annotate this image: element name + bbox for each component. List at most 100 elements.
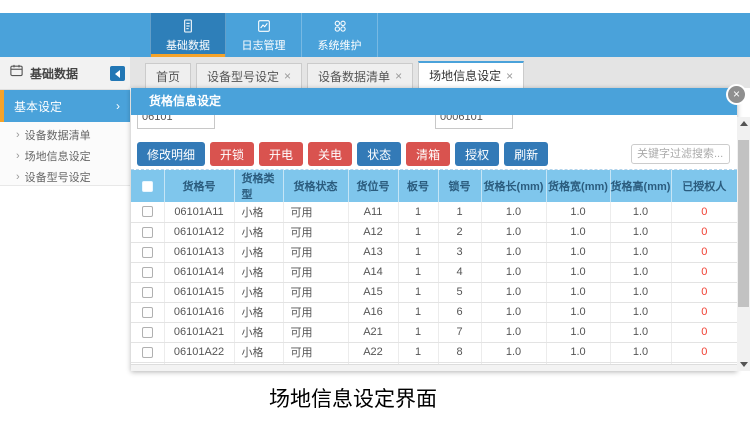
table-cell: 1.0 [546, 242, 610, 262]
toolbar-button-8[interactable]: 刷新 [504, 142, 548, 166]
table-cell: 1.0 [610, 282, 671, 302]
table-cell: 1.0 [481, 322, 546, 342]
table-cell: 1 [398, 242, 438, 262]
table-cell: 06101A11 [164, 202, 234, 222]
toolbar-button-4[interactable]: 关电 [308, 142, 352, 166]
device-no-input[interactable] [137, 115, 215, 129]
close-tab-icon[interactable]: × [395, 69, 402, 83]
tab-label: 首页 [156, 68, 180, 85]
table-cell: 0 [671, 222, 737, 242]
table-row: 06101A12小格可用A12121.01.01.00 [131, 222, 737, 242]
table-row: 06101A15小格可用A15151.01.01.00 [131, 282, 737, 302]
table-cell: A15 [348, 282, 398, 302]
toolbar-button-3[interactable]: 开电 [259, 142, 303, 166]
table-cell: 0 [671, 342, 737, 362]
tab-4[interactable]: 场地信息设定× [418, 61, 524, 88]
table-cell: 1.0 [546, 262, 610, 282]
row-checkbox[interactable] [142, 347, 153, 358]
sidebar-item-3[interactable]: ›设备型号设定 [0, 166, 130, 187]
toolbar-button-6[interactable]: 清箱 [406, 142, 450, 166]
nav-item-label: 日志管理 [242, 37, 286, 53]
table-cell: 8 [438, 342, 481, 362]
table-cell: 1 [398, 262, 438, 282]
table-cell: A16 [348, 302, 398, 322]
tab-3[interactable]: 设备数据清单× [307, 63, 413, 88]
table-cell: 1.0 [546, 302, 610, 322]
site-no-input[interactable] [435, 115, 513, 129]
chevron-right-icon: › [16, 171, 20, 183]
table-cell: 可用 [283, 222, 348, 242]
panel-header: 货格信息设定 [131, 88, 737, 115]
table-cell: 1.0 [610, 222, 671, 242]
table-cell: 7 [438, 322, 481, 342]
column-header: 板号 [398, 170, 438, 202]
table-cell: 1.0 [546, 342, 610, 362]
scroll-down-icon[interactable] [737, 358, 750, 371]
column-header: 货格号 [164, 170, 234, 202]
tab-bar: 首页设备型号设定×设备数据清单×场地信息设定× [130, 57, 750, 88]
scroll-up-icon[interactable] [737, 117, 750, 130]
calendar-icon [9, 63, 24, 83]
table-cell: 1 [398, 202, 438, 222]
close-icon[interactable]: × [726, 84, 747, 105]
table-cell: 06101A12 [164, 222, 234, 242]
table-cell: 6 [438, 302, 481, 322]
close-tab-icon[interactable]: × [506, 69, 513, 83]
toolbar: 修改明细开锁开电关电状态清箱授权刷新 [131, 142, 737, 166]
nav-item-3[interactable]: 系统维护 [302, 13, 378, 57]
select-all-checkbox[interactable] [142, 181, 153, 192]
table-cell: 1.0 [610, 202, 671, 222]
scrollbar-thumb[interactable] [738, 140, 749, 307]
collapse-sidebar-icon[interactable] [110, 66, 125, 81]
table-cell: 1.0 [546, 282, 610, 302]
sidebar-section-basic-settings[interactable]: 基本设定 › [0, 90, 130, 122]
table-row: 06101A14小格可用A14141.01.01.00 [131, 262, 737, 282]
row-checkbox[interactable] [142, 267, 153, 278]
panel-title: 货格信息设定 [131, 88, 737, 115]
row-checkbox[interactable] [142, 206, 153, 217]
horizontal-scrollbar[interactable] [131, 364, 737, 371]
nav-items: 基础数据日志管理 系统维护 [150, 13, 750, 57]
table-cell: 可用 [283, 342, 348, 362]
tab-1[interactable]: 首页 [145, 63, 191, 88]
toolbar-button-5[interactable]: 状态 [357, 142, 401, 166]
table-cell: 1.0 [610, 342, 671, 362]
tab-2[interactable]: 设备型号设定× [196, 63, 302, 88]
panel-input-row [131, 115, 737, 130]
keyword-filter-search-input[interactable] [631, 144, 730, 164]
toolbar-button-7[interactable]: 授权 [455, 142, 499, 166]
nav-item-2[interactable]: 日志管理 [226, 13, 302, 57]
table-cell: 1.0 [610, 322, 671, 342]
table-cell: A14 [348, 262, 398, 282]
table-row: 06101A22小格可用A22181.01.01.00 [131, 342, 737, 362]
row-checkbox[interactable] [142, 247, 153, 258]
table-cell: 可用 [283, 262, 348, 282]
table-cell: 06101A16 [164, 302, 234, 322]
column-header: 货格长(mm) [481, 170, 546, 202]
table-cell: 1.0 [481, 262, 546, 282]
table-cell: 06101A14 [164, 262, 234, 282]
row-checkbox[interactable] [142, 287, 153, 298]
toolbar-button-1[interactable]: 修改明细 [137, 142, 205, 166]
column-header: 货位号 [348, 170, 398, 202]
column-header: 货格类型 [234, 170, 283, 202]
sidebar-item-2[interactable]: ›场地信息设定 [0, 145, 130, 166]
row-checkbox[interactable] [142, 307, 153, 318]
close-tab-icon[interactable]: × [284, 69, 291, 83]
table-cell: A21 [348, 322, 398, 342]
table-cell: 小格 [234, 342, 283, 362]
row-checkbox[interactable] [142, 227, 153, 238]
table-row: 06101A11小格可用A11111.01.01.00 [131, 202, 737, 222]
nav-item-label: 系统维护 [318, 37, 362, 53]
table-cell: 1.0 [481, 202, 546, 222]
table-header-row: 货格号货格类型货格状态货位号板号锁号货格长(mm)货格宽(mm)货格高(mm)已… [131, 170, 737, 202]
sidebar-section-label: 基本设定 [14, 98, 62, 115]
table-cell: 1.0 [481, 342, 546, 362]
nav-item-1[interactable]: 基础数据 [150, 13, 226, 57]
table-cell: A12 [348, 222, 398, 242]
sidebar-item-1[interactable]: ›设备数据清单 [0, 124, 130, 145]
table-cell: 小格 [234, 262, 283, 282]
row-checkbox[interactable] [142, 327, 153, 338]
toolbar-button-2[interactable]: 开锁 [210, 142, 254, 166]
vertical-scrollbar[interactable] [737, 117, 750, 371]
